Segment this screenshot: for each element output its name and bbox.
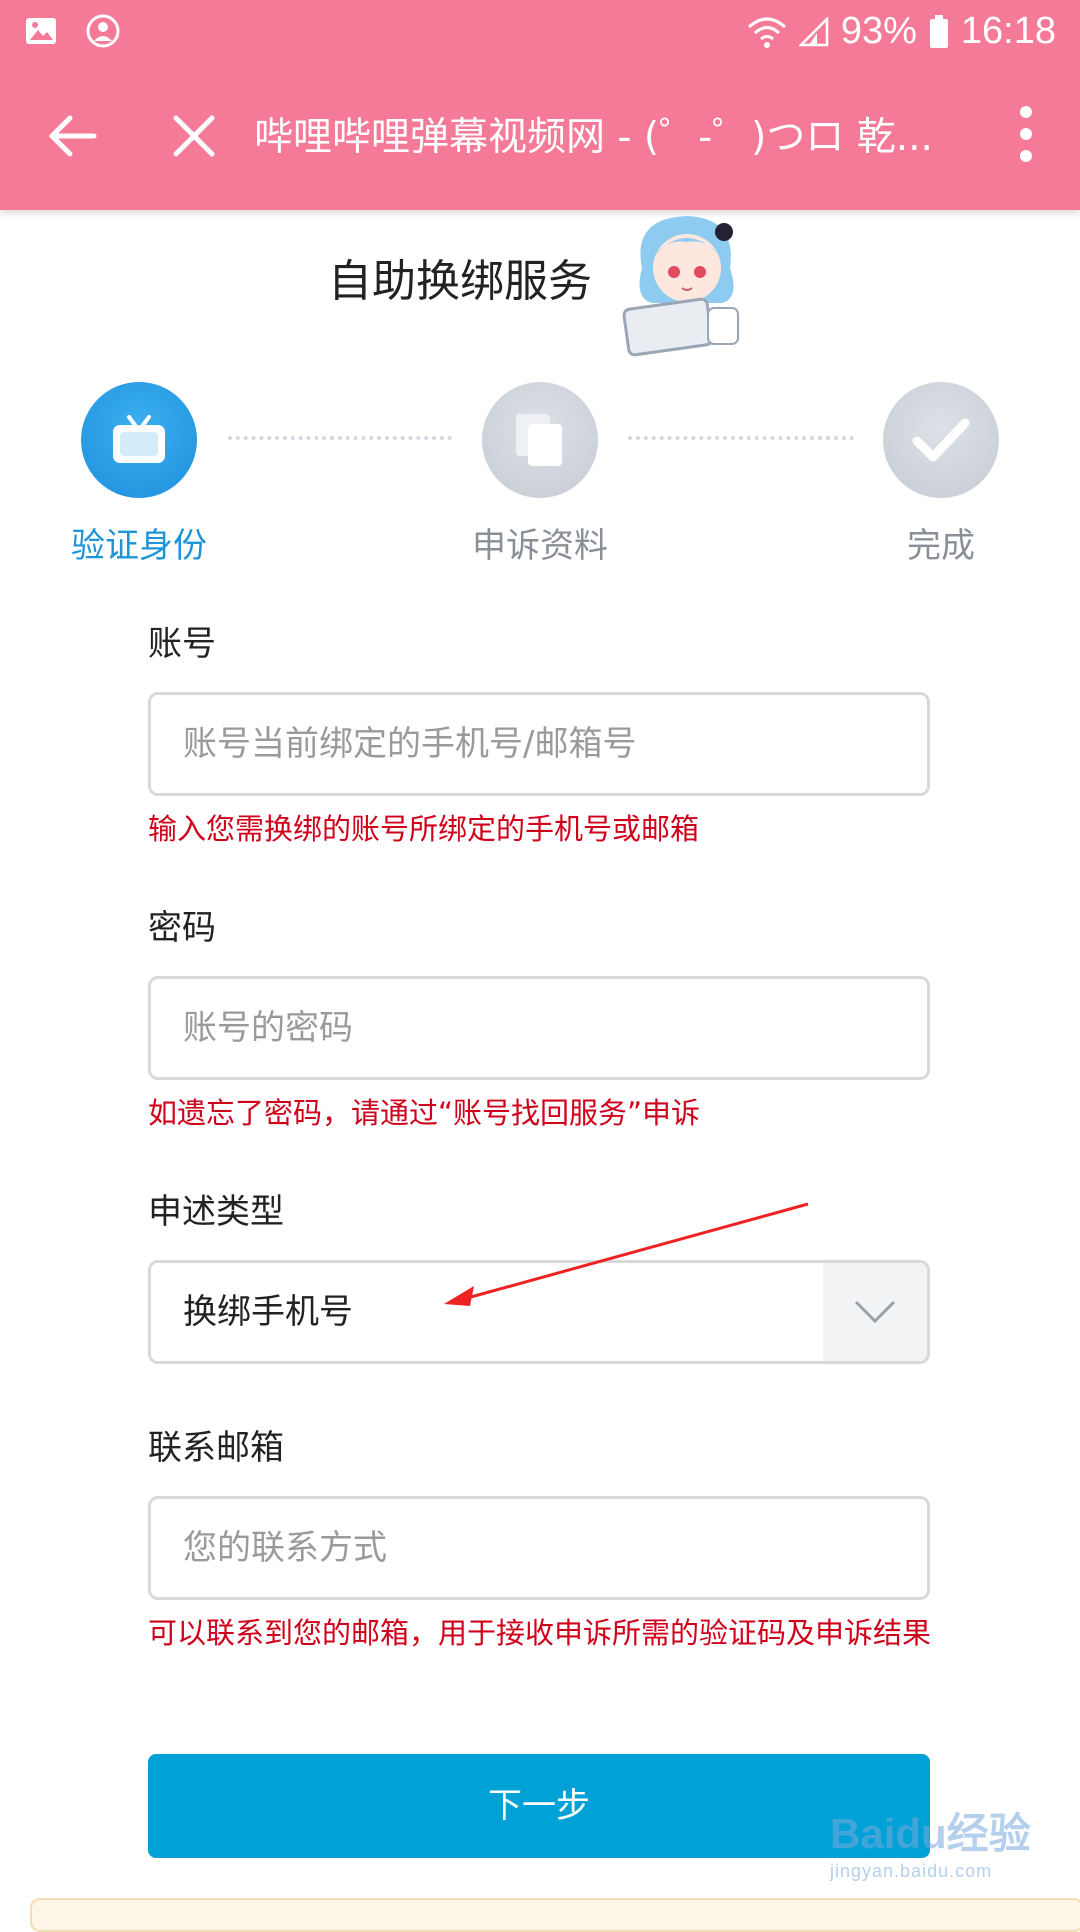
account-label: 账号	[148, 624, 216, 664]
step-label: 验证身份	[71, 526, 207, 566]
step-connector-2	[628, 436, 854, 444]
appeal-type-value: 换绑手机号	[183, 1292, 353, 1332]
appeal-type-label: 申述类型	[148, 1192, 284, 1232]
bottom-notice-bar	[30, 1898, 1080, 1932]
step-verify-identity: 验证身份	[39, 382, 239, 567]
checkmark-icon	[912, 418, 970, 462]
tv-icon	[113, 415, 165, 463]
watermark-url: jingyan.baidu.com	[830, 1861, 993, 1881]
contact-email-label: 联系邮箱	[148, 1428, 284, 1468]
contact-email-input[interactable]	[148, 1496, 930, 1600]
watermark-brand: Baidu经验	[830, 1810, 1031, 1857]
appeal-type-select[interactable]: 换绑手机号	[148, 1260, 930, 1364]
more-vert-icon[interactable]	[1020, 106, 1034, 166]
battery-percent: 93%	[840, 10, 917, 52]
password-hint: 如遗忘了密码，请通过“账号找回服务”申诉	[148, 1096, 701, 1130]
dropdown-toggle[interactable]	[823, 1263, 927, 1361]
step-appeal-info: 申诉资料	[440, 382, 640, 567]
gallery-icon	[26, 18, 56, 44]
account-hint: 输入您需换绑的账号所绑定的手机号或邮箱	[148, 812, 700, 846]
wifi-icon	[747, 17, 786, 48]
battery-icon	[929, 14, 948, 48]
contact-email-hint: 可以联系到您的邮箱，用于接收申诉所需的验证码及申诉结果	[148, 1616, 932, 1650]
step-circle-active	[81, 382, 197, 498]
step-label: 完成	[907, 526, 975, 566]
status-bar-right: 93% 16:18	[747, 10, 1056, 53]
password-input[interactable]	[148, 976, 930, 1080]
signal-icon	[798, 16, 829, 46]
baidu-watermark: Baidu经验 jingyan.baidu.com	[830, 1800, 1031, 1882]
app-bar: 93% 16:18 哔哩哔哩弹幕视频网 - (゜-゜)つロ 乾...	[0, 0, 1080, 210]
back-arrow-icon[interactable]	[44, 108, 100, 164]
service-heading: 自助换绑服务	[328, 256, 592, 307]
status-bar-left	[24, 14, 120, 48]
account-input[interactable]	[148, 692, 930, 796]
close-icon[interactable]	[168, 110, 220, 162]
clock: 16:18	[960, 10, 1056, 52]
mascot-illustration	[622, 216, 739, 357]
step-label: 申诉资料	[472, 526, 608, 566]
page-title: 哔哩哔哩弹幕视频网 - (゜-゜)つロ 乾...	[254, 115, 933, 160]
step-circle-inactive	[482, 382, 598, 498]
documents-icon	[516, 414, 562, 466]
step-connector-1	[228, 436, 452, 444]
account-icon	[86, 14, 120, 48]
chevron-down-icon	[854, 1300, 896, 1324]
step-circle-inactive	[883, 382, 999, 498]
step-complete: 完成	[841, 382, 1041, 567]
next-step-button[interactable]: 下一步	[148, 1754, 930, 1858]
password-label: 密码	[148, 908, 216, 948]
